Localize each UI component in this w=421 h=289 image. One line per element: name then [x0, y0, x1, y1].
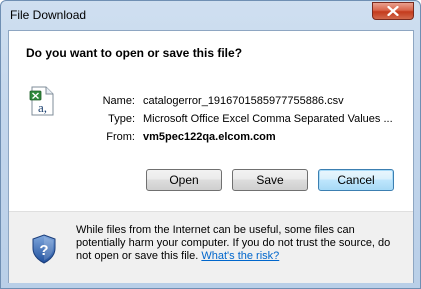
svg-text:a,: a,	[38, 100, 47, 115]
file-name-value: catalogerror_1916701585977755886.csv	[143, 95, 344, 107]
title-bar[interactable]: File Download	[1, 1, 420, 29]
close-button[interactable]	[372, 2, 414, 20]
file-source-value: vm5pec122qa.elcom.com	[143, 131, 276, 143]
dialog-body: Do you want to open or save this file? a…	[8, 30, 414, 283]
dialog-question: Do you want to open or save this file?	[26, 46, 243, 60]
security-warning-panel: ? While files from the Internet can be u…	[9, 211, 413, 283]
open-button[interactable]: Open	[146, 169, 222, 191]
security-warning-text: While files from the Internet can be use…	[76, 224, 406, 263]
file-download-window: File Download Do you want to open or sav…	[0, 0, 421, 289]
security-shield-icon: ?	[32, 234, 56, 264]
type-label: Type:	[108, 113, 135, 125]
save-button[interactable]: Save	[232, 169, 308, 191]
from-label: From:	[106, 131, 135, 143]
file-type-value: Microsoft Office Excel Comma Separated V…	[143, 113, 393, 125]
name-label: Name:	[102, 95, 135, 107]
window-title: File Download	[10, 8, 87, 22]
close-icon	[387, 6, 399, 16]
whats-the-risk-link[interactable]: What's the risk?	[201, 250, 279, 262]
svg-text:?: ?	[39, 242, 48, 259]
cancel-button[interactable]: Cancel	[318, 169, 394, 191]
excel-csv-file-icon: a,	[29, 86, 54, 116]
